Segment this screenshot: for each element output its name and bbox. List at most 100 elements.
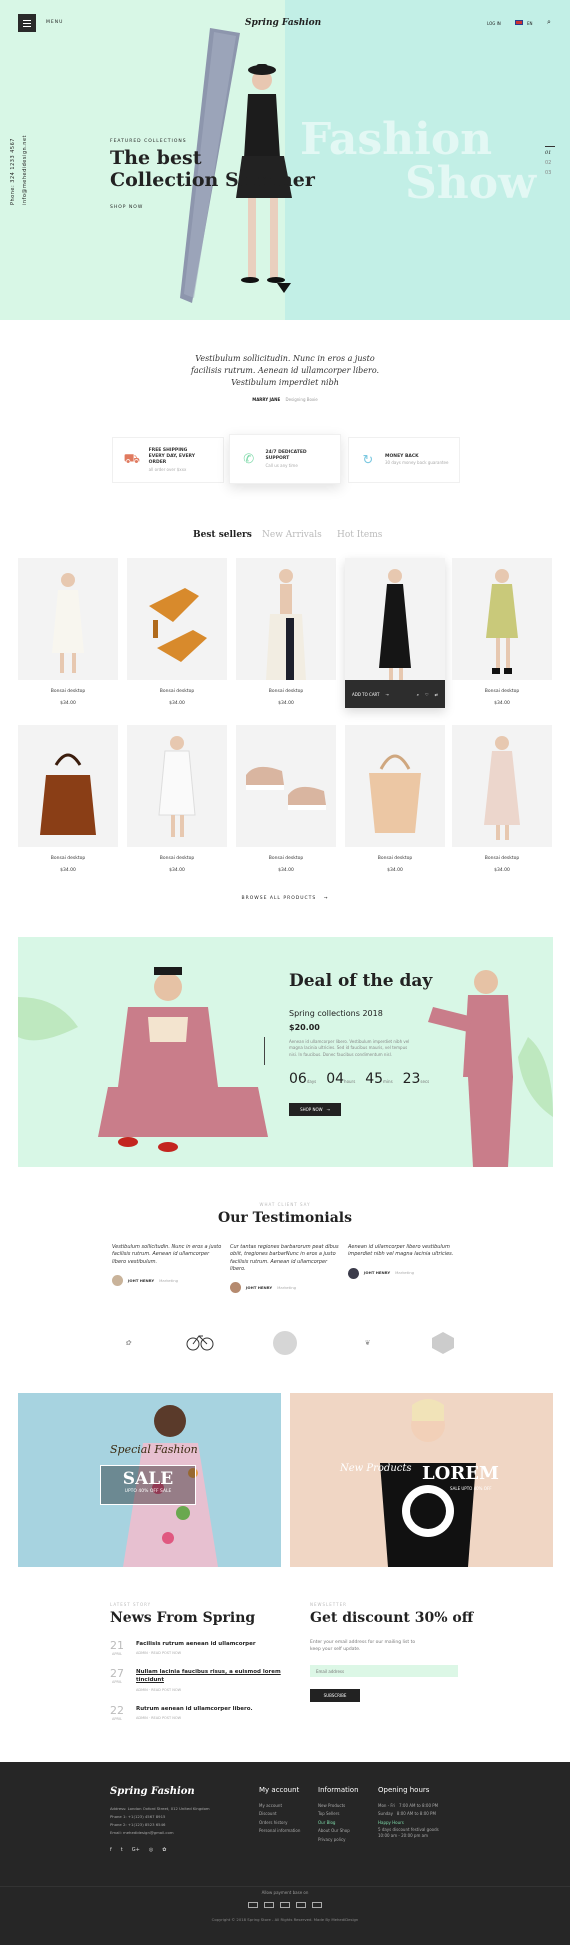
product-image[interactable] (345, 725, 445, 847)
product-name[interactable]: Bonsai desktop (345, 856, 445, 861)
footer-link[interactable]: Personal information (259, 1827, 300, 1835)
footer-account-column: My account My account Discount Orders hi… (259, 1786, 300, 1836)
product-image[interactable] (452, 725, 552, 847)
product-card[interactable]: Bonsai desktop $34.00 (18, 558, 118, 706)
footer-brand[interactable]: Spring Fashion (110, 1786, 195, 1797)
brand-logo-tasty-treats[interactable]: ✿ (108, 1330, 148, 1356)
facebook-icon[interactable]: f (110, 1847, 112, 1853)
product-image[interactable] (18, 725, 118, 847)
product-image[interactable]: ADD TO CART → ⌕ ♡ ⇄ (345, 558, 445, 708)
footer-link[interactable]: Privacy policy (318, 1836, 359, 1844)
product-name[interactable]: Bonsai desktop (18, 689, 118, 694)
product-card[interactable]: Bonsai desktop $34.00 (452, 725, 552, 873)
product-image[interactable] (127, 725, 227, 847)
browse-all-link[interactable]: BROWSE ALL PRODUCTS (242, 896, 317, 901)
product-card[interactable]: Bonsai desktop $34.00 (236, 558, 336, 706)
news-item[interactable]: 27 APRIL Nullam lacinia faucibus risus, a… (110, 1668, 286, 1692)
search-icon[interactable]: ⌕ (547, 18, 551, 27)
product-image[interactable] (236, 558, 336, 680)
hero-phone: Phone: 324 1233 4567 (10, 138, 16, 205)
brand-logo-bicycle[interactable] (182, 1330, 218, 1356)
product-image[interactable] (127, 558, 227, 680)
subscribe-button[interactable]: SUBSCRIBE (310, 1689, 360, 1702)
menu-button[interactable] (18, 14, 36, 32)
product-name[interactable]: Bonsai desktop (236, 689, 336, 694)
flag-icon[interactable] (515, 20, 523, 25)
news-item-title[interactable]: Rutrum aenean id ullamcorper libero. (136, 1705, 286, 1713)
news-item[interactable]: 22 APRIL Rutrum aenean id ullamcorper lib… (110, 1705, 286, 1722)
tab-hot-items[interactable]: Hot Items (337, 530, 382, 540)
product-name[interactable]: Bonsai desktop (18, 856, 118, 861)
language-select[interactable]: EN (527, 21, 533, 26)
news-date: 22 APRIL (110, 1704, 124, 1721)
footer-link-active[interactable]: Our Blog (318, 1819, 359, 1827)
slide-03[interactable]: 03 (545, 170, 551, 176)
footer-link[interactable]: New Products (318, 1802, 359, 1810)
arrow-right-icon[interactable]: → (324, 896, 329, 901)
product-price: $34.00 (494, 868, 510, 873)
avatar (230, 1282, 241, 1293)
footer-information-column: Information New Products Top Sellers Our… (318, 1786, 359, 1844)
google-plus-icon[interactable]: G+ (132, 1847, 140, 1853)
tab-best-sellers[interactable]: Best sellers (193, 530, 252, 540)
slide-02[interactable]: 02 (545, 160, 551, 166)
banner-left-eyebrow: Special Fashion (110, 1443, 198, 1456)
footer-link[interactable]: My account (259, 1802, 300, 1810)
product-card[interactable]: Bonsai desktop $34.00 (18, 725, 118, 873)
twitter-icon[interactable]: t (121, 1847, 123, 1853)
search-icon[interactable]: ⌕ (417, 692, 419, 697)
hero-shop-now-link[interactable]: SHOP NOW (110, 205, 143, 210)
product-name[interactable]: Bonsai desktop (236, 856, 336, 861)
footer-link[interactable]: Top Sellers (318, 1810, 359, 1818)
scroll-down-icon[interactable] (277, 283, 291, 293)
product-image[interactable] (18, 558, 118, 680)
slide-01[interactable]: 01 (545, 150, 551, 156)
brand-logo-hexagon[interactable] (428, 1330, 458, 1356)
tab-new-arrivals[interactable]: New Arrivals (262, 530, 322, 540)
product-card[interactable]: Bonsai desktop $34.00 (345, 725, 445, 873)
newsletter-email-input[interactable] (310, 1665, 458, 1677)
happy-hours-line: 10:00 am - 20:00 pm am (378, 1833, 428, 1839)
add-to-cart-button[interactable]: ADD TO CART (352, 692, 380, 697)
product-name[interactable]: Bonsai desktop (452, 856, 552, 861)
product-name[interactable]: Bonsai desktop (127, 856, 227, 861)
footer-link[interactable]: About Our Shop (318, 1827, 359, 1835)
brand-logo[interactable]: Spring Fashion (245, 18, 321, 28)
product-card[interactable]: Bonsai desktop $34.00 (236, 725, 336, 873)
product-name[interactable]: Bonsai desktop (452, 689, 552, 694)
banner-sale[interactable]: Special Fashion SALE UPTO 40% OFF SALE (18, 1393, 281, 1567)
news-item-title[interactable]: Facilisis rutrum aenean id ullamcorper (136, 1640, 286, 1648)
heart-icon[interactable]: ♡ (425, 692, 429, 697)
countdown: 06days 04hours 45mins 23secs (289, 1071, 430, 1087)
news-item-title[interactable]: Nullam lacinia faucibus risus, a euismod… (136, 1668, 286, 1685)
product-image[interactable] (236, 725, 336, 847)
product-card[interactable]: Bonsai desktop $34.00 (452, 558, 552, 706)
banner-new-products[interactable]: New Products LOREM SALE UPTO 40% OFF (290, 1393, 553, 1567)
arrow-right-icon[interactable]: → (386, 692, 389, 697)
brand-logo-deer[interactable] (270, 1330, 300, 1356)
visa-icon (248, 1902, 258, 1908)
footer-link[interactable]: Discount (259, 1810, 300, 1818)
hero-email: info@mehedidesign.net (22, 134, 28, 205)
product-name[interactable]: Bonsai desktop (127, 689, 227, 694)
product-card[interactable]: Bonsai desktop $34.00 (127, 558, 227, 706)
slide-active-line (545, 146, 555, 147)
deal-description: Aenean id ullamcorper libero. Vestibulum… (289, 1039, 410, 1057)
instagram-icon[interactable]: ◎ (149, 1847, 153, 1853)
footer-link[interactable]: Orders history (259, 1819, 300, 1827)
hero-section: MENU Spring Fashion LOG IN EN ⌕ Phone: 3… (0, 0, 570, 320)
deal-shop-now-button[interactable]: SHOP NOW → (289, 1103, 341, 1116)
product-image[interactable] (452, 558, 552, 680)
product-card[interactable]: Bonsai desktop $34.00 (127, 725, 227, 873)
happy-hours-title: Happy Hours (378, 1819, 404, 1825)
brand-logo-badge[interactable]: ❦ (345, 1330, 390, 1356)
login-link[interactable]: LOG IN (487, 21, 501, 26)
dribbble-icon[interactable]: ✿ (162, 1847, 166, 1853)
newsletter-title: Get discount 30% off (310, 1610, 474, 1626)
news-item[interactable]: 21 APRIL Facilisis rutrum aenean id ullam… (110, 1640, 286, 1657)
news-date: 21 APRIL (110, 1639, 124, 1656)
compare-icon[interactable]: ⇄ (435, 692, 438, 697)
deal-price: $20.00 (289, 1023, 320, 1032)
footer-info-title: Information (318, 1786, 359, 1794)
product-card-hovered[interactable]: ADD TO CART → ⌕ ♡ ⇄ (345, 558, 445, 708)
